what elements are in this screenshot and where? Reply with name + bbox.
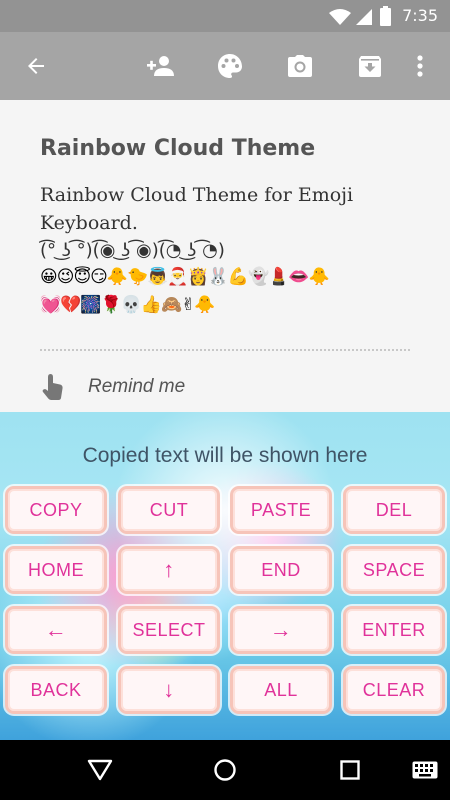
camera-icon bbox=[288, 55, 312, 77]
cut-key[interactable]: CUT bbox=[118, 486, 220, 534]
paste-key[interactable]: PASTE bbox=[230, 486, 332, 534]
navigation-bar bbox=[0, 740, 450, 800]
archive-icon bbox=[359, 56, 381, 77]
add-collaborator-button[interactable] bbox=[136, 32, 184, 100]
keyboard-icon bbox=[412, 761, 438, 779]
space-key[interactable]: SPACE bbox=[343, 546, 445, 594]
note-body-text: Rainbow Cloud Theme for Emoji Keyboard. bbox=[40, 184, 354, 234]
arrow-down-key[interactable]: ↓ bbox=[118, 666, 220, 714]
status-bar: 7:35 bbox=[0, 0, 450, 32]
signal-icon bbox=[356, 9, 372, 25]
nav-back-button[interactable] bbox=[70, 740, 130, 800]
app-bar bbox=[0, 32, 450, 100]
back-triangle-icon bbox=[87, 759, 113, 781]
nav-keyboard-button[interactable] bbox=[395, 740, 450, 800]
clipboard-preview: Copied text will be shown here bbox=[82, 444, 368, 467]
back-arrow-icon bbox=[28, 58, 44, 74]
copy-key[interactable]: COPY bbox=[5, 486, 107, 534]
camera-button[interactable] bbox=[276, 32, 324, 100]
nav-recents-button[interactable] bbox=[320, 740, 380, 800]
battery-icon bbox=[380, 6, 391, 26]
clear-key[interactable]: CLEAR bbox=[343, 666, 445, 714]
recents-square-icon bbox=[340, 760, 360, 780]
wifi-icon bbox=[329, 9, 351, 25]
clock-time: 7:35 bbox=[402, 6, 438, 25]
arrow-right-key[interactable]: → bbox=[230, 606, 332, 654]
more-options-button[interactable] bbox=[396, 32, 444, 100]
end-key[interactable]: END bbox=[230, 546, 332, 594]
emoji-row: 💓💔🎆🌹💀👍🙈✌🐥 bbox=[40, 295, 216, 315]
note-kaomoji: (͡° ͜ʖ ͡°)(͡◉ ͜ʖ ͡◉)(͡◔ ͜ʖ ͡◔) bbox=[40, 240, 225, 261]
archive-button[interactable] bbox=[346, 32, 394, 100]
add-person-icon bbox=[147, 56, 174, 76]
reminder-hand-icon bbox=[42, 374, 63, 400]
more-vert-icon bbox=[417, 55, 423, 77]
nav-home-button[interactable] bbox=[195, 740, 255, 800]
arrow-up-key[interactable]: ↑ bbox=[118, 546, 220, 594]
note-body[interactable]: Rainbow Cloud Theme for Emoji Keyboard. … bbox=[40, 181, 420, 265]
delete-key[interactable]: DEL bbox=[343, 486, 445, 534]
note-title[interactable]: Rainbow Cloud Theme bbox=[40, 136, 315, 161]
remind-me-label: Remind me bbox=[88, 376, 186, 397]
emoji-row: 😀😉😇😏🐥🐤👼🎅👸🐰💪👻💄👄🐥 bbox=[40, 267, 330, 287]
color-button[interactable] bbox=[206, 32, 254, 100]
palette-icon bbox=[218, 54, 242, 78]
remind-me-row[interactable]: Remind me bbox=[40, 372, 185, 402]
home-key[interactable]: HOME bbox=[5, 546, 107, 594]
home-circle-icon bbox=[214, 759, 236, 781]
clipboard-keyboard: Copied text will be shown here COPY CUT … bbox=[0, 412, 450, 740]
divider bbox=[40, 349, 410, 351]
back-key[interactable]: BACK bbox=[5, 666, 107, 714]
back-button[interactable] bbox=[12, 32, 60, 100]
enter-key[interactable]: ENTER bbox=[343, 606, 445, 654]
select-key[interactable]: SELECT bbox=[118, 606, 220, 654]
arrow-left-key[interactable]: ← bbox=[5, 606, 107, 654]
select-all-key[interactable]: ALL bbox=[230, 666, 332, 714]
